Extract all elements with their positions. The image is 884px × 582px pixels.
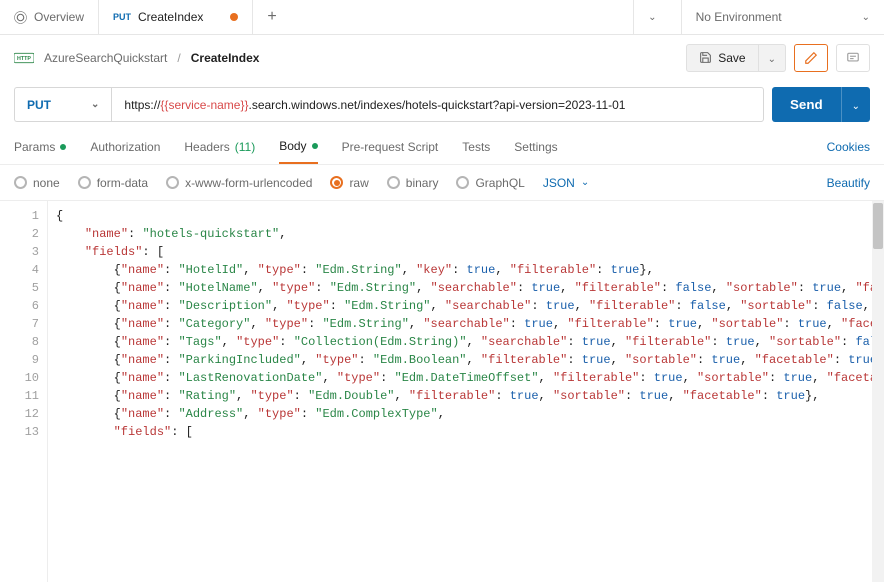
environment-select[interactable]: No Environment ⌄ — [681, 0, 884, 34]
send-button[interactable]: Send — [772, 87, 841, 122]
body-binary[interactable]: binary — [387, 176, 439, 190]
subtab-authorization[interactable]: Authorization — [90, 129, 160, 164]
subtab-prerequest[interactable]: Pre-request Script — [342, 129, 439, 164]
top-tabs: Overview PUT CreateIndex + ⌄ No Environm… — [0, 0, 884, 35]
subtab-body[interactable]: Body — [279, 129, 317, 164]
method-select[interactable]: PUT ⌄ — [14, 87, 111, 122]
tab-overview[interactable]: Overview — [0, 0, 98, 34]
code-content[interactable]: { "name": "hotels-quickstart", "fields":… — [48, 201, 884, 582]
save-label: Save — [718, 51, 745, 65]
save-button[interactable]: Save — [686, 44, 758, 72]
url-input[interactable]: https://{{service-name}}.search.windows.… — [111, 87, 764, 122]
code-editor[interactable]: 12345678910111213 { "name": "hotels-quic… — [0, 201, 884, 582]
body-options: none form-data x-www-form-urlencoded raw… — [0, 165, 884, 201]
new-tab-button[interactable]: + — [253, 8, 290, 26]
body-formdata[interactable]: form-data — [78, 176, 148, 190]
subtab-settings[interactable]: Settings — [514, 129, 557, 164]
url-prefix: https:// — [124, 98, 160, 112]
scrollbar[interactable] — [872, 201, 884, 582]
method-label: PUT — [27, 98, 51, 112]
tab-createindex[interactable]: PUT CreateIndex — [98, 0, 253, 34]
body-lang-select[interactable]: JSON⌄ — [543, 176, 589, 190]
active-dot-icon — [60, 144, 66, 150]
sub-tabs: Params Authorization Headers (11) Body P… — [0, 129, 884, 165]
active-dot-icon — [312, 143, 318, 149]
beautify-link[interactable]: Beautify — [827, 176, 870, 190]
breadcrumb-current: CreateIndex — [191, 51, 260, 65]
tab-active-label: CreateIndex — [138, 10, 203, 24]
method-badge: PUT — [113, 12, 131, 22]
subtab-params[interactable]: Params — [14, 129, 66, 164]
body-none[interactable]: none — [14, 176, 60, 190]
edit-button[interactable] — [794, 44, 828, 72]
tabs-dropdown[interactable]: ⌄ — [633, 0, 670, 34]
save-icon — [699, 51, 712, 64]
body-raw[interactable]: raw — [330, 176, 368, 190]
breadcrumb-sep: / — [177, 51, 180, 65]
comment-icon — [846, 51, 860, 65]
postman-icon — [14, 11, 27, 24]
cookies-link[interactable]: Cookies — [827, 140, 870, 154]
line-gutter: 12345678910111213 — [0, 201, 48, 582]
body-graphql[interactable]: GraphQL — [456, 176, 524, 190]
breadcrumb-collection[interactable]: AzureSearchQuickstart — [44, 51, 167, 65]
svg-text:HTTP: HTTP — [17, 56, 31, 62]
pencil-icon — [804, 51, 818, 65]
comments-button[interactable] — [836, 44, 870, 72]
subtab-headers[interactable]: Headers (11) — [184, 129, 255, 164]
save-options-button[interactable]: ⌄ — [759, 44, 786, 72]
breadcrumb-row: HTTP AzureSearchQuickstart / CreateIndex… — [0, 35, 884, 80]
url-variable: {{service-name}} — [160, 98, 248, 112]
subtab-tests[interactable]: Tests — [462, 129, 490, 164]
scroll-thumb[interactable] — [873, 203, 883, 249]
body-xwww[interactable]: x-www-form-urlencoded — [166, 176, 312, 190]
unsaved-dot-icon — [230, 13, 238, 21]
http-icon: HTTP — [14, 52, 34, 64]
tab-overview-label: Overview — [34, 10, 84, 24]
send-options-button[interactable]: ⌄ — [841, 87, 870, 122]
environment-label: No Environment — [696, 10, 782, 24]
url-suffix: .search.windows.net/indexes/hotels-quick… — [248, 98, 625, 112]
request-row: PUT ⌄ https://{{service-name}}.search.wi… — [0, 80, 884, 129]
